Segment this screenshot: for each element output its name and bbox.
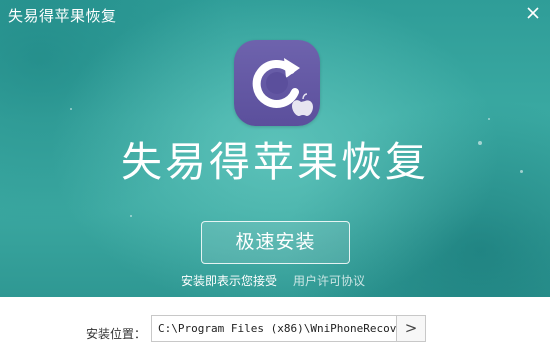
app-logo-icon bbox=[234, 40, 320, 126]
install-location-label: 安装位置： bbox=[86, 327, 147, 341]
installer-window: 失易得苹果恢复 失易得苹果恢复 极速安装 安装即表示您接受 用户许可协议 安装位… bbox=[0, 0, 550, 360]
sparkle-dot bbox=[130, 215, 132, 217]
agreement-row: 安装即表示您接受 用户许可协议 bbox=[0, 272, 550, 290]
agreement-text: 安装即表示您接受 bbox=[181, 274, 278, 288]
window-title: 失易得苹果恢复 bbox=[8, 7, 117, 25]
sparkle-dot bbox=[488, 118, 490, 120]
install-path-input[interactable]: C:\Program Files (x86)\WniPhoneRecover bbox=[151, 315, 396, 342]
license-agreement-link[interactable]: 用户许可协议 bbox=[293, 272, 365, 289]
quick-install-button[interactable]: 极速安装 bbox=[201, 221, 350, 264]
browse-folder-button[interactable]: > bbox=[396, 315, 426, 342]
sparkle-dot bbox=[70, 108, 72, 110]
app-name-heading: 失易得苹果恢复 bbox=[121, 138, 429, 186]
close-icon[interactable] bbox=[522, 2, 544, 24]
recover-arrow-icon bbox=[252, 58, 313, 116]
close-button[interactable] bbox=[522, 2, 544, 24]
